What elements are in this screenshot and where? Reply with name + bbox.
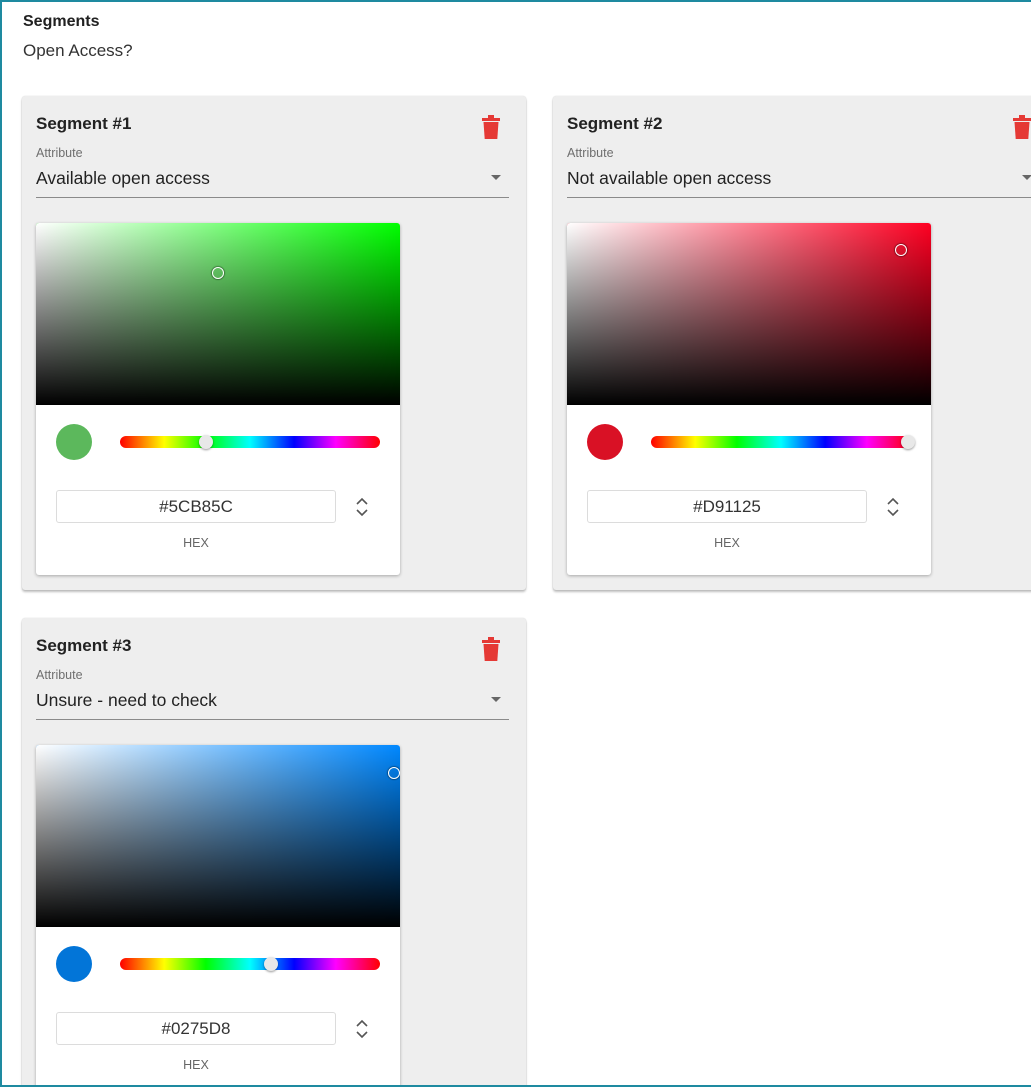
color-swatch (56, 946, 92, 982)
attribute-label: Attribute (36, 146, 83, 160)
color-picker: HEX (36, 223, 400, 575)
color-swatch (587, 424, 623, 460)
hue-slider-thumb[interactable] (263, 957, 278, 971)
format-toggle-icon[interactable] (354, 1016, 370, 1042)
segments-panel: Segments Open Access? Segment #1 Attribu… (0, 0, 1031, 1087)
segment-card: Segment #1 Attribute Available open acce… (22, 96, 526, 590)
caret-down-icon (1022, 175, 1031, 180)
format-toggle-icon[interactable] (354, 494, 370, 520)
hue-slider[interactable] (120, 435, 380, 449)
color-swatch (56, 424, 92, 460)
segment-card: Segment #3 Attribute Unsure - need to ch… (22, 618, 526, 1085)
saturation-value-area[interactable] (36, 745, 400, 927)
color-picker: HEX (36, 745, 400, 1085)
hue-slider-thumb[interactable] (198, 435, 213, 449)
attribute-select[interactable]: Unsure - need to check (36, 686, 509, 720)
saturation-handle[interactable] (388, 767, 400, 779)
hue-slider[interactable] (120, 957, 380, 971)
hue-slider-thumb[interactable] (901, 435, 916, 449)
delete-icon[interactable] (1013, 115, 1031, 139)
segment-title: Segment #2 (567, 114, 663, 133)
attribute-value: Available open access (36, 168, 210, 188)
format-toggle-icon[interactable] (885, 494, 901, 520)
hue-slider[interactable] (651, 435, 916, 449)
format-label: HEX (714, 536, 740, 550)
saturation-value-area[interactable] (567, 223, 931, 405)
segment-title: Segment #1 (36, 114, 132, 133)
attribute-select[interactable]: Not available open access (567, 164, 1031, 198)
caret-down-icon (491, 697, 501, 702)
section-title: Segments (23, 13, 100, 30)
delete-icon[interactable] (482, 115, 500, 139)
attribute-label: Attribute (567, 146, 614, 160)
saturation-handle[interactable] (212, 267, 224, 279)
format-label: HEX (183, 1058, 209, 1072)
caret-down-icon (491, 175, 501, 180)
saturation-value-area[interactable] (36, 223, 400, 405)
attribute-select[interactable]: Available open access (36, 164, 509, 198)
delete-icon[interactable] (482, 637, 500, 661)
saturation-handle[interactable] (895, 244, 907, 256)
attribute-value: Not available open access (567, 168, 772, 188)
hex-input[interactable] (587, 490, 867, 523)
hex-input[interactable] (56, 490, 336, 523)
attribute-value: Unsure - need to check (36, 690, 217, 710)
hex-input[interactable] (56, 1012, 336, 1045)
color-picker: HEX (567, 223, 931, 575)
segment-card: Segment #2 Attribute Not available open … (553, 96, 1031, 590)
attribute-label: Attribute (36, 668, 83, 682)
format-label: HEX (183, 536, 209, 550)
segment-title: Segment #3 (36, 636, 132, 655)
question-label: Open Access? (23, 41, 133, 60)
